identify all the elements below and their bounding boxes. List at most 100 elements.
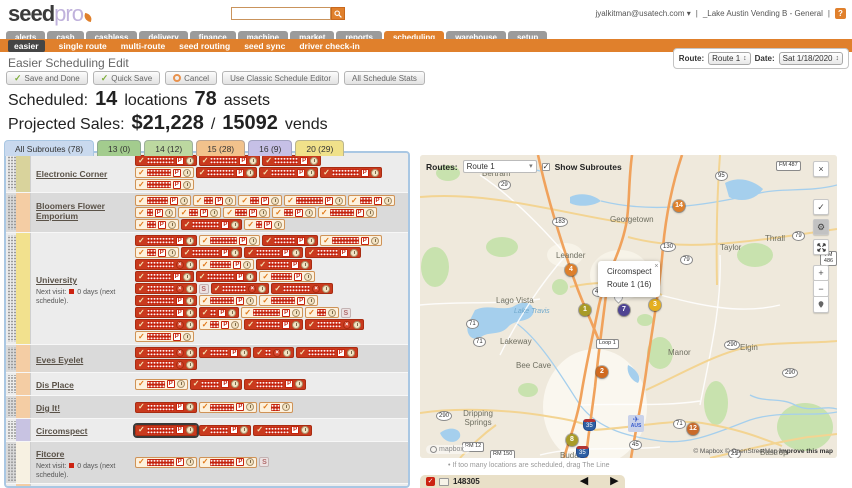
service-badge[interactable]: S — [259, 457, 270, 468]
machine-chip[interactable]: ✓ P — [198, 424, 252, 436]
pin-button[interactable] — [813, 297, 829, 313]
machine-chip[interactable]: ✓ P — [198, 307, 240, 318]
machine-chip[interactable]: ✓ P — [256, 259, 313, 270]
help-button[interactable]: ? — [835, 8, 846, 19]
machine-chip[interactable]: ✓ P — [177, 207, 222, 218]
machine-chip[interactable]: ✓ P — [259, 295, 319, 306]
user-email-menu[interactable]: jyalkitman@usatech.com ▾ — [595, 9, 690, 18]
machine-chip[interactable]: ✓ × — [305, 319, 364, 330]
tooltip-close-icon[interactable]: × — [654, 261, 658, 272]
machine-chip[interactable]: ✓ P — [253, 424, 313, 436]
service-badge[interactable]: S — [340, 307, 351, 318]
machine-chip[interactable]: ✓ P — [135, 307, 197, 318]
machine-chip-selected[interactable]: ✓ P — [133, 422, 199, 438]
close-button[interactable]: × — [813, 161, 829, 177]
machine-chip[interactable]: ✓ × — [135, 283, 197, 294]
machine-chip[interactable]: ✓ P — [296, 347, 358, 358]
machine-chip[interactable]: ✓ × — [135, 347, 197, 358]
machine-chip[interactable]: ✓ P — [135, 378, 188, 390]
machine-chip[interactable]: ✓ × — [253, 347, 295, 358]
quick-save-button[interactable]: ✓ Quick Save — [92, 71, 161, 85]
subnav-seed-sync[interactable]: seed sync — [244, 41, 285, 51]
machine-chip[interactable]: ✓ — [259, 401, 294, 413]
machine-chip[interactable]: ✓ P — [180, 247, 243, 258]
show-subroutes-checkbox[interactable] — [541, 162, 550, 171]
asset-check-icon[interactable]: ✓ — [426, 477, 435, 486]
drag-handle[interactable] — [8, 195, 16, 230]
save-and-done-button[interactable]: ✓ Save and Done — [6, 71, 88, 85]
cancel-button[interactable]: Cancel — [165, 71, 218, 85]
improve-map-link[interactable]: Improve this map — [779, 448, 833, 455]
drag-handle[interactable] — [8, 235, 16, 342]
machine-chip[interactable]: ✓ P — [244, 247, 304, 258]
route-select[interactable]: Route 1 — [708, 52, 751, 65]
mapbox-credit[interactable]: © Mapbox — [693, 448, 723, 455]
machine-chip[interactable]: ✓ P — [198, 295, 258, 306]
drag-handle[interactable] — [8, 398, 16, 416]
drag-handle[interactable] — [8, 347, 16, 370]
machine-chip[interactable]: ✓ P — [198, 401, 258, 413]
machine-chip[interactable]: ✓ × — [135, 319, 197, 330]
machine-chip[interactable]: ✓ P — [320, 235, 382, 246]
prev-asset-button[interactable]: ◀ — [580, 476, 588, 487]
machine-chip[interactable]: ✓ P — [135, 295, 197, 306]
machine-chip[interactable]: ✓ × — [210, 283, 270, 294]
use-classic-schedule-editor-button[interactable]: Use Classic Schedule Editor — [222, 71, 339, 85]
subroute-tab-15-28-[interactable]: 15 (28) — [196, 140, 246, 156]
machine-chip[interactable]: ✓ P — [347, 195, 395, 206]
machine-chip[interactable]: ✓ P — [284, 195, 346, 206]
machine-chip[interactable]: ✓ P — [262, 235, 319, 246]
location-name-link[interactable]: Fitcore — [36, 449, 64, 459]
next-asset-button[interactable]: ▶ — [610, 476, 618, 487]
machine-chip[interactable]: ✓ P — [195, 167, 258, 178]
check-button[interactable]: ✓ — [813, 199, 829, 215]
seedpro-logo[interactable]: seedpro — [8, 1, 93, 27]
date-select[interactable]: Sat 1/18/2020 — [778, 52, 843, 65]
expand-button[interactable] — [813, 239, 829, 255]
machine-chip[interactable]: ✓ P — [135, 401, 197, 413]
subnav-easier[interactable]: easier — [8, 39, 45, 52]
subroute-tab-16-9-[interactable]: 16 (9) — [248, 140, 293, 156]
subnav-multi-route[interactable]: multi-route — [121, 41, 165, 51]
machine-chip[interactable]: ✓ P — [135, 271, 194, 282]
subroute-tab-14-12-[interactable]: 14 (12) — [144, 140, 194, 156]
machine-chip[interactable]: ✓ P — [320, 167, 382, 178]
machine-chip[interactable]: ✓ × — [135, 359, 197, 370]
machine-chip[interactable]: ✓ P — [198, 347, 252, 358]
route-stop-marker-4[interactable]: 4 — [565, 264, 577, 276]
osm-credit[interactable]: © OpenStreetMap — [725, 448, 777, 455]
route-stop-marker-1[interactable]: 1 — [579, 304, 591, 316]
location-name-link[interactable]: University — [36, 275, 77, 285]
subroute-tab-20-29-[interactable]: 20 (29) — [295, 140, 345, 156]
location-name-link[interactable]: Dig It! — [36, 403, 60, 413]
machine-chip[interactable]: ✓ × — [135, 259, 197, 270]
zoom-in-button[interactable]: + — [813, 265, 829, 281]
machine-chip[interactable]: ✓ P — [189, 378, 243, 390]
drag-handle[interactable] — [8, 421, 16, 439]
all-schedule-stats-button[interactable]: All Schedule Stats — [344, 71, 425, 85]
machine-chip[interactable]: ✓ × — [271, 283, 334, 294]
route-stop-marker-12[interactable]: 12 — [687, 423, 699, 435]
search-button[interactable] — [331, 7, 345, 20]
location-name-link[interactable]: Electronic Corner — [36, 169, 107, 179]
machine-chip[interactable]: ✓ P — [244, 219, 286, 230]
machine-chip[interactable]: ✓ P — [135, 331, 194, 342]
subnav-seed-routing[interactable]: seed routing — [179, 41, 230, 51]
settings-button[interactable]: ⚙ — [813, 219, 829, 235]
subroute-tab-All-Subroutes-78-[interactable]: All Subroutes (78) — [4, 140, 95, 156]
zoom-out-button[interactable]: − — [813, 281, 829, 297]
location-name-link[interactable]: Circomspect — [36, 426, 88, 436]
machine-chip[interactable]: ✓ P — [317, 207, 377, 218]
machine-chip[interactable]: ✓ P — [195, 271, 258, 282]
machine-chip[interactable]: ✓ P — [244, 378, 307, 390]
machine-chip[interactable]: ✓ P — [135, 219, 179, 230]
org-selector[interactable]: _Lake Austin Vending B - General — [703, 9, 823, 18]
route-stop-marker-8[interactable]: 8 — [566, 434, 578, 446]
machine-chip[interactable]: ✓ P — [135, 456, 197, 468]
machine-chip[interactable]: ✓ P — [238, 195, 283, 206]
machine-chip[interactable]: ✓ P — [198, 259, 255, 270]
drag-handle[interactable] — [8, 444, 16, 481]
machine-chip[interactable]: ✓ P — [272, 207, 316, 218]
location-name-link[interactable]: Bloomers Flower Emporium — [36, 201, 130, 221]
machine-chip[interactable]: ✓ P — [135, 247, 179, 258]
